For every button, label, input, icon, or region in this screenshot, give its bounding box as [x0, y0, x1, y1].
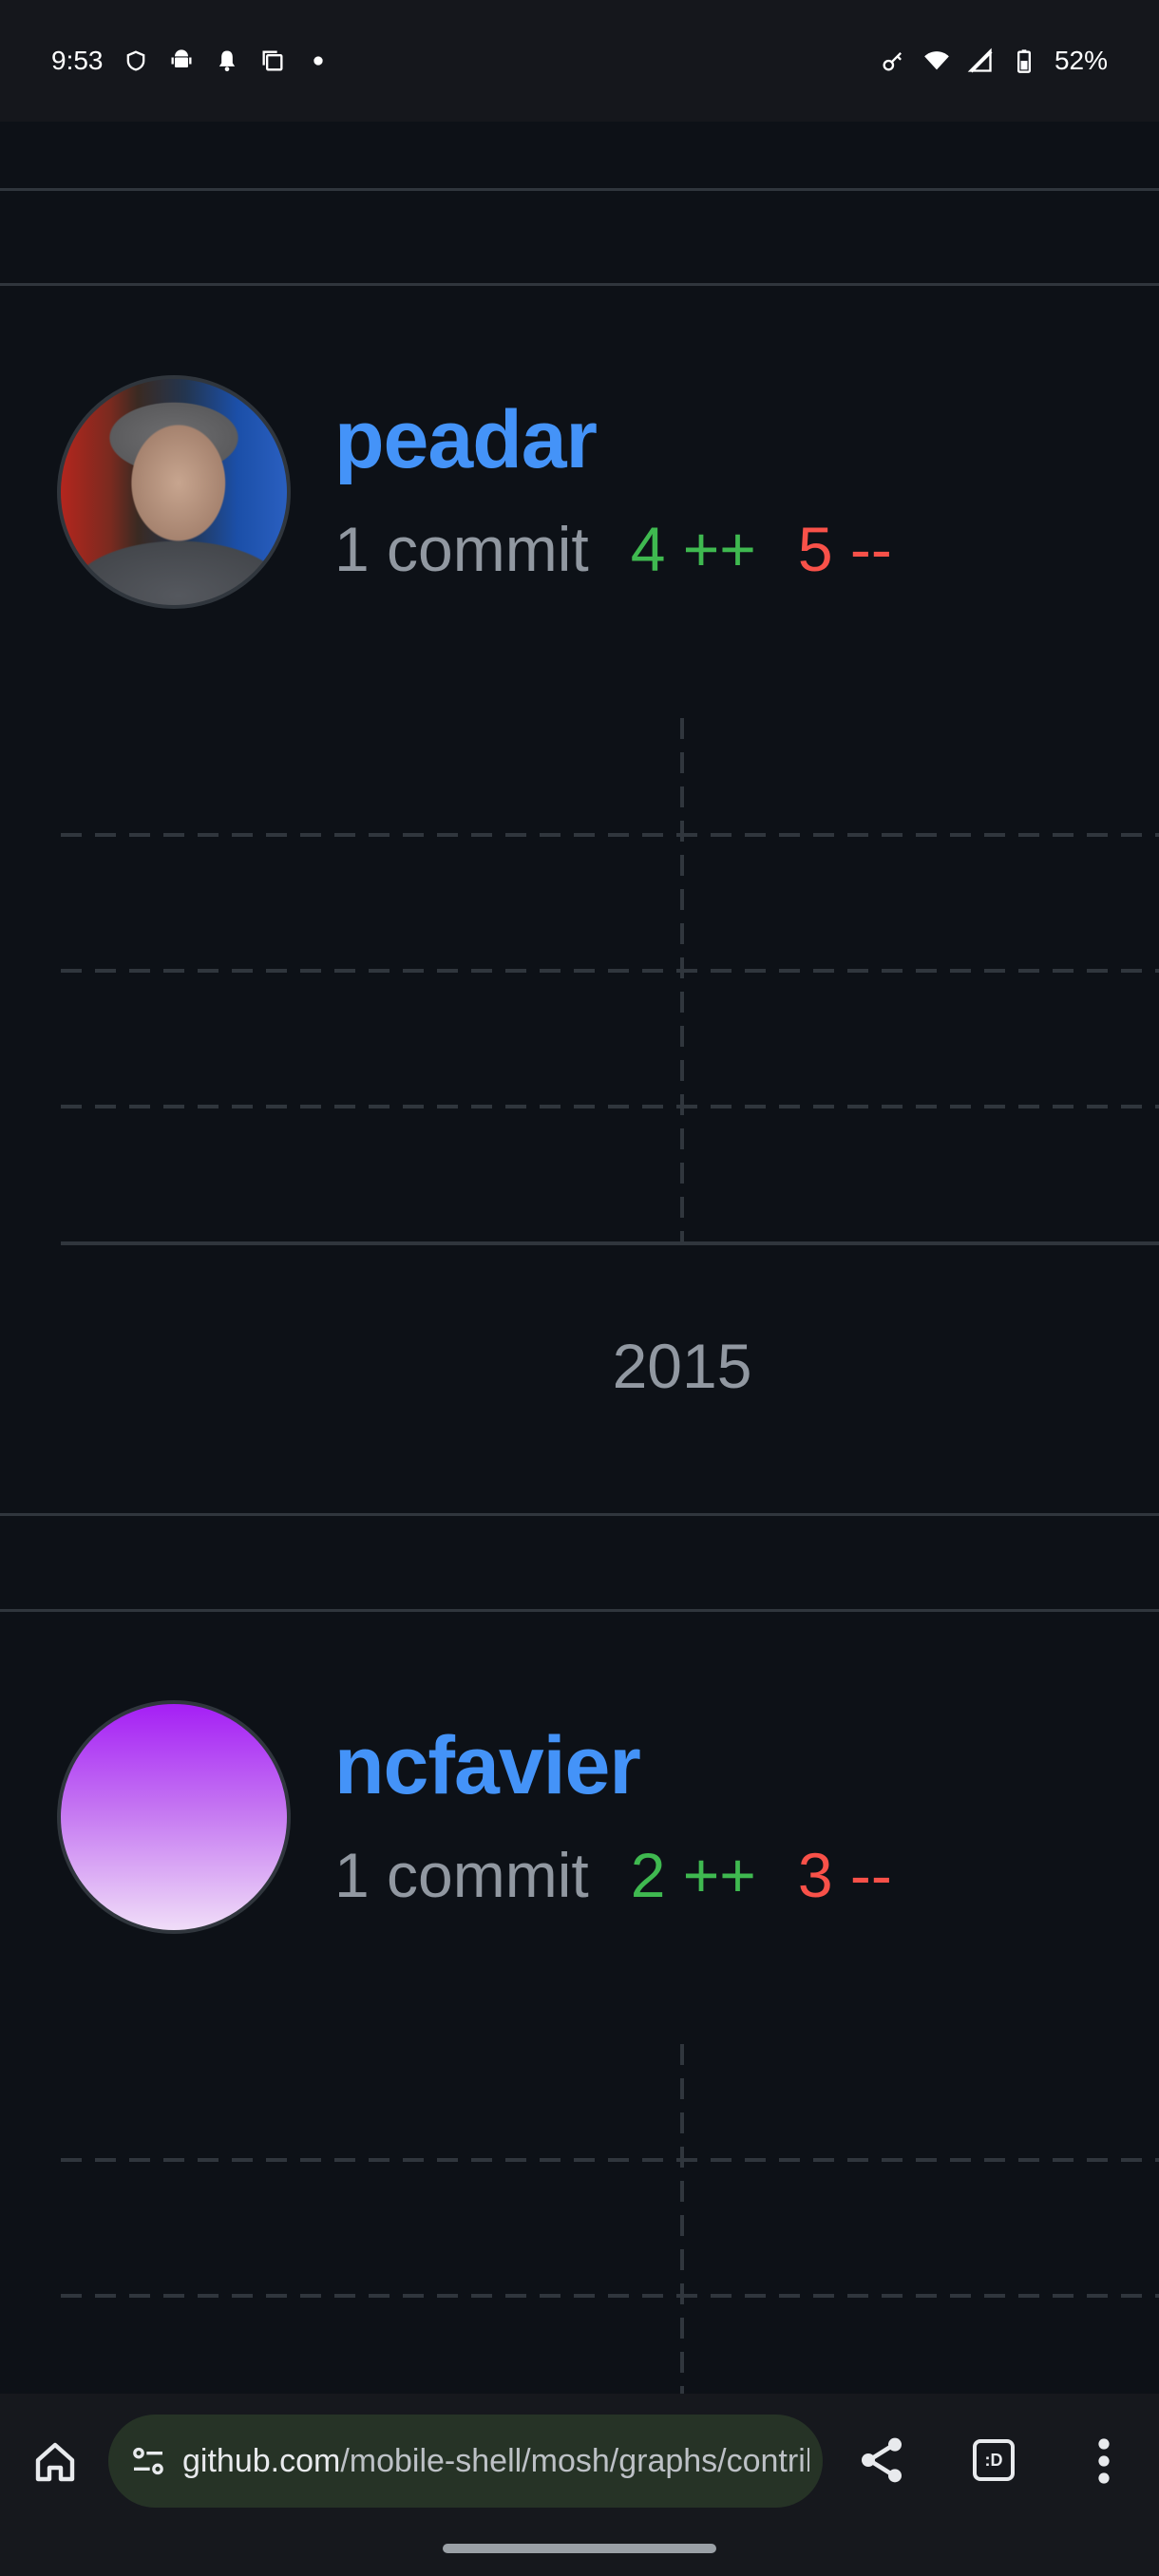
url-domain: github.com — [182, 2442, 341, 2479]
more-vert-icon[interactable] — [1092, 2435, 1115, 2487]
tab-switcher-label: :D — [984, 2450, 1003, 2470]
url-text[interactable]: github.com/mobile-shell/mosh/graphs/cont… — [182, 2443, 809, 2480]
share-icon[interactable] — [855, 2434, 908, 2487]
tab-switcher-icon[interactable]: :D — [973, 2439, 1015, 2481]
home-icon[interactable] — [32, 2439, 78, 2485]
contribution-chart — [61, 2044, 1159, 2394]
url-path: /mobile-shell/mosh/graphs/contrib — [340, 2442, 809, 2479]
site-settings-icon[interactable] — [129, 2442, 167, 2480]
url-bar[interactable]: github.com/mobile-shell/mosh/graphs/cont… — [108, 2415, 823, 2508]
gesture-handle[interactable] — [443, 2544, 716, 2553]
